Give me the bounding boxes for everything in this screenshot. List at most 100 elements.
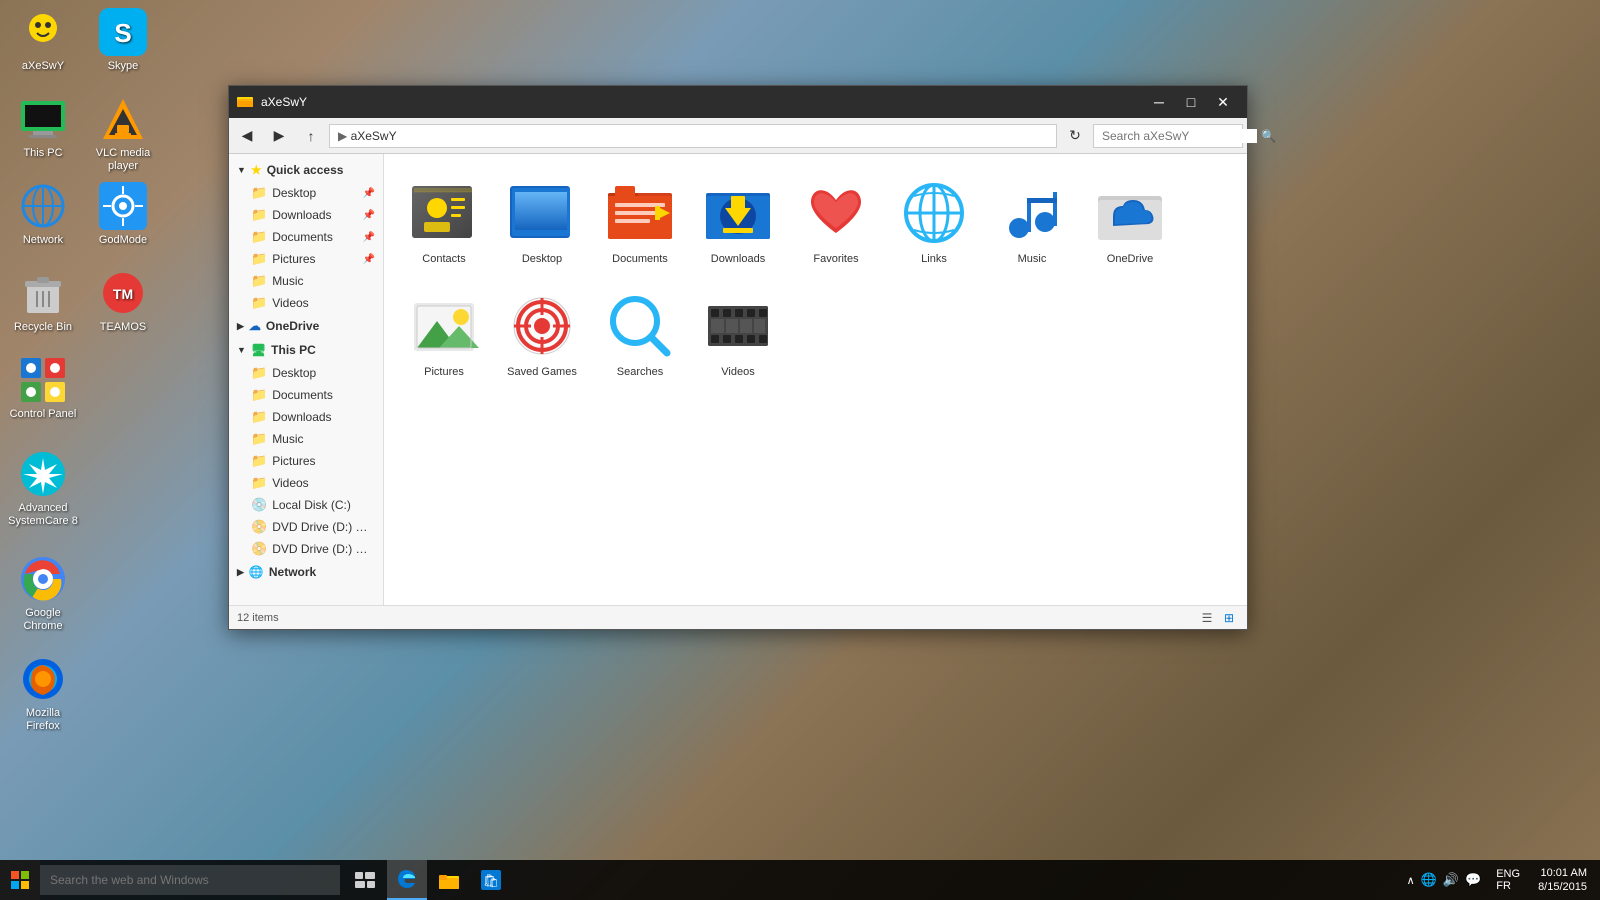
- desktop-icon-axeswY[interactable]: aXeSwY: [8, 8, 78, 73]
- desktop-icon-this-pc[interactable]: This PC: [8, 95, 78, 160]
- desktop-icon-control-panel[interactable]: Control Panel: [8, 356, 78, 421]
- folder-desktop[interactable]: Desktop: [497, 169, 587, 274]
- documents-folder-icon: [604, 177, 676, 249]
- pin-icon: 📌: [363, 210, 375, 221]
- file-grid: Contacts Desk: [399, 169, 1232, 387]
- this-pc-header[interactable]: ▼ 🖥 This PC: [229, 338, 383, 362]
- quick-access-label: Quick access: [267, 163, 344, 177]
- network-header[interactable]: ▶ 🌐 Network: [229, 560, 383, 584]
- large-icons-view-button[interactable]: ⊞: [1219, 608, 1239, 628]
- folder-documents[interactable]: Documents: [595, 169, 685, 274]
- desktop-icon-vlc[interactable]: VLC media player: [88, 95, 158, 173]
- quick-access-star-icon: ★: [251, 163, 262, 177]
- desktop-icon-mozilla-firefox[interactable]: Mozilla Firefox: [8, 655, 78, 733]
- volume-icon[interactable]: 🔊: [1443, 872, 1459, 888]
- contacts-icon: [408, 177, 480, 249]
- folder-icon: 📁: [251, 251, 267, 267]
- pin-icon: 📌: [363, 188, 375, 199]
- onedrive-label: OneDrive: [266, 319, 319, 333]
- system-clock[interactable]: 10:01 AM 8/15/2015: [1530, 866, 1595, 895]
- saved-games-label: Saved Games: [507, 366, 577, 379]
- taskbar-right: ∧ 🌐 🔊 💬 ENG FR 10:01 AM 8/15/2015: [1402, 866, 1600, 895]
- sidebar-item-tp-desktop[interactable]: 📁 Desktop: [229, 362, 383, 384]
- edge-button[interactable]: [387, 860, 427, 900]
- network-tray-icon[interactable]: 🌐: [1421, 872, 1437, 888]
- folder-pictures[interactable]: Pictures: [399, 282, 489, 387]
- desktop-icon-godmode[interactable]: GodMode: [88, 182, 158, 247]
- folder-icon: 📁: [251, 409, 267, 425]
- pictures-folder-icon: [408, 290, 480, 362]
- store-button[interactable]: 🛍: [471, 860, 511, 900]
- folder-icon: 📁: [251, 365, 267, 381]
- sidebar-item-qa-music[interactable]: 📁 Music: [229, 270, 383, 292]
- svg-text:TM: TM: [113, 286, 133, 302]
- chevron-up-icon[interactable]: ∧: [1407, 874, 1415, 887]
- sidebar-item-qa-downloads[interactable]: 📁 Downloads 📌: [229, 204, 383, 226]
- maximize-button[interactable]: □: [1175, 86, 1207, 118]
- desktop-folder-icon: [506, 177, 578, 249]
- sidebar-item-qa-desktop[interactable]: 📁 Desktop 📌: [229, 182, 383, 204]
- pin-icon: 📌: [363, 254, 375, 265]
- folder-searches[interactable]: Searches: [595, 282, 685, 387]
- pictures-label: Pictures: [424, 366, 464, 379]
- close-button[interactable]: ✕: [1207, 86, 1239, 118]
- sidebar-item-tp-videos[interactable]: 📁 Videos: [229, 472, 383, 494]
- contacts-label: Contacts: [422, 253, 465, 266]
- sidebar-item-qa-pictures[interactable]: 📁 Pictures 📌: [229, 248, 383, 270]
- desktop-icon-advanced-systemcare[interactable]: Advanced SystemCare 8: [8, 450, 78, 528]
- folder-icon: 📁: [251, 229, 267, 245]
- desktop-icon-google-chrome[interactable]: Google Chrome: [8, 555, 78, 633]
- up-button[interactable]: ↑: [297, 122, 325, 150]
- sidebar-item-dvd2[interactable]: 📀 DVD Drive (D:) VMwa...: [229, 538, 383, 560]
- folder-icon: 📁: [251, 475, 267, 491]
- sidebar-item-local-disk[interactable]: 💿 Local Disk (C:): [229, 494, 383, 516]
- sidebar-item-tp-music[interactable]: 📁 Music: [229, 428, 383, 450]
- folder-videos[interactable]: Videos: [693, 282, 783, 387]
- sidebar-item-tp-pictures[interactable]: 📁 Pictures: [229, 450, 383, 472]
- desktop-icon-skype[interactable]: S Skype: [88, 8, 158, 73]
- folder-favorites[interactable]: Favorites: [791, 169, 881, 274]
- this-pc-label: This PC: [271, 343, 316, 357]
- saved-games-folder-icon: [506, 290, 578, 362]
- search-input[interactable]: [1102, 129, 1257, 143]
- quick-access-header[interactable]: ▼ ★ Quick access: [229, 158, 383, 182]
- onedrive-expand-icon: ▶: [237, 321, 244, 332]
- sidebar: ▼ ★ Quick access 📁 Desktop 📌 📁 Downloads…: [229, 154, 384, 605]
- folder-music[interactable]: Music: [987, 169, 1077, 274]
- folder-links[interactable]: Links: [889, 169, 979, 274]
- start-button[interactable]: [0, 860, 40, 900]
- folder-downloads[interactable]: Downloads: [693, 169, 783, 274]
- onedrive-folder-icon: [1094, 177, 1166, 249]
- window-title: aXeSwY: [261, 95, 1135, 109]
- searches-folder-icon: [604, 290, 676, 362]
- desktop-icon-network[interactable]: Network: [8, 182, 78, 247]
- desktop-label: Desktop: [522, 253, 562, 266]
- refresh-button[interactable]: ↻: [1061, 122, 1089, 150]
- taskview-button[interactable]: [345, 860, 385, 900]
- notification-icon[interactable]: 💬: [1465, 872, 1481, 888]
- folder-saved-games[interactable]: Saved Games: [497, 282, 587, 387]
- desktop-icon-teamos[interactable]: TM TEAMOS: [88, 269, 158, 334]
- taskbar-search[interactable]: [40, 865, 340, 895]
- sidebar-item-dvd1[interactable]: 📀 DVD Drive (D:) VMw...: [229, 516, 383, 538]
- music-folder-icon: [996, 177, 1068, 249]
- downloads-folder-icon: [702, 177, 774, 249]
- sidebar-item-tp-documents[interactable]: 📁 Documents: [229, 384, 383, 406]
- forward-button[interactable]: ▶: [265, 122, 293, 150]
- sidebar-item-tp-downloads[interactable]: 📁 Downloads: [229, 406, 383, 428]
- sidebar-item-qa-videos[interactable]: 📁 Videos: [229, 292, 383, 314]
- desktop-icon-recycle-bin[interactable]: Recycle Bin: [8, 269, 78, 334]
- titlebar: aXeSwY ─ □ ✕: [229, 86, 1247, 118]
- details-view-button[interactable]: ☰: [1197, 608, 1217, 628]
- path-text: ▶ aXeSwY: [338, 129, 397, 143]
- minimize-button[interactable]: ─: [1143, 86, 1175, 118]
- folder-onedrive[interactable]: OneDrive: [1085, 169, 1175, 274]
- back-button[interactable]: ◀: [233, 122, 261, 150]
- videos-label: Videos: [721, 366, 754, 379]
- folder-contacts[interactable]: Contacts: [399, 169, 489, 274]
- search-box[interactable]: 🔍: [1093, 124, 1243, 148]
- address-path[interactable]: ▶ aXeSwY: [329, 124, 1057, 148]
- file-explorer-button[interactable]: [429, 860, 469, 900]
- onedrive-header[interactable]: ▶ ☁ OneDrive: [229, 314, 383, 338]
- sidebar-item-qa-documents[interactable]: 📁 Documents 📌: [229, 226, 383, 248]
